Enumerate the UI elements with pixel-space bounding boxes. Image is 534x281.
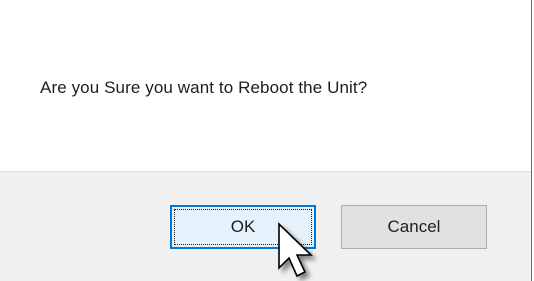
arrow-pointer-icon <box>278 222 313 278</box>
cancel-button[interactable]: Cancel <box>341 205 487 249</box>
dialog-message-area: Are you Sure you want to Reboot the Unit… <box>0 0 531 171</box>
dialog-button-bar: OK Cancel <box>0 171 531 281</box>
reboot-confirm-dialog: Are you Sure you want to Reboot the Unit… <box>0 0 532 281</box>
dialog-message: Are you Sure you want to Reboot the Unit… <box>40 78 368 97</box>
